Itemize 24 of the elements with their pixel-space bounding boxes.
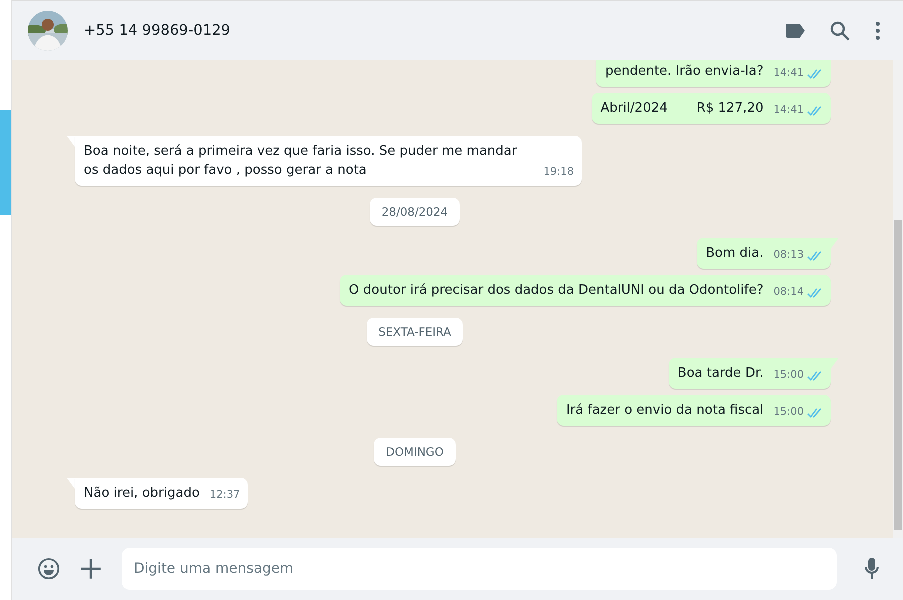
message-time: 15:00	[774, 368, 804, 383]
message-input[interactable]: Digite uma mensagem	[122, 548, 837, 590]
message-time: 14:41	[774, 66, 804, 81]
microphone-icon[interactable]	[865, 558, 879, 580]
message-text: O doutor irá precisar dos dados da DentalUNI ou da Odontolife?	[349, 282, 764, 300]
message-text: Boa tarde Dr.	[678, 365, 764, 383]
scrollbar-thumb[interactable]	[894, 220, 902, 530]
contact-name: +55 14 99869-0129	[84, 22, 231, 38]
message-time: 08:13	[774, 248, 804, 263]
emoji-icon[interactable]	[38, 558, 60, 580]
message-text: Irá fazer o envio da nota fiscal	[566, 402, 764, 420]
plus-icon[interactable]	[80, 558, 102, 580]
message-text: pendente. Irão envia-la?	[605, 63, 764, 81]
message-text: Boa noite, será a primeira vez que faria isso. Se puder me mandar os dados aqui por favo , posso gerar a nota	[84, 143, 518, 180]
message-time: 19:18	[544, 165, 574, 180]
menu-icon[interactable]	[876, 22, 880, 40]
message-time: 15:00	[774, 405, 804, 420]
message-text: Bom dia.	[706, 245, 764, 263]
message-text: Não irei, obrigado	[84, 485, 200, 503]
message-time: 12:37	[210, 488, 240, 503]
message-text: Abril/2024 R$ 127,20	[600, 100, 764, 118]
message-time: 14:41	[774, 103, 804, 118]
search-icon[interactable]	[830, 20, 850, 40]
message-time: 08:14	[774, 285, 804, 300]
